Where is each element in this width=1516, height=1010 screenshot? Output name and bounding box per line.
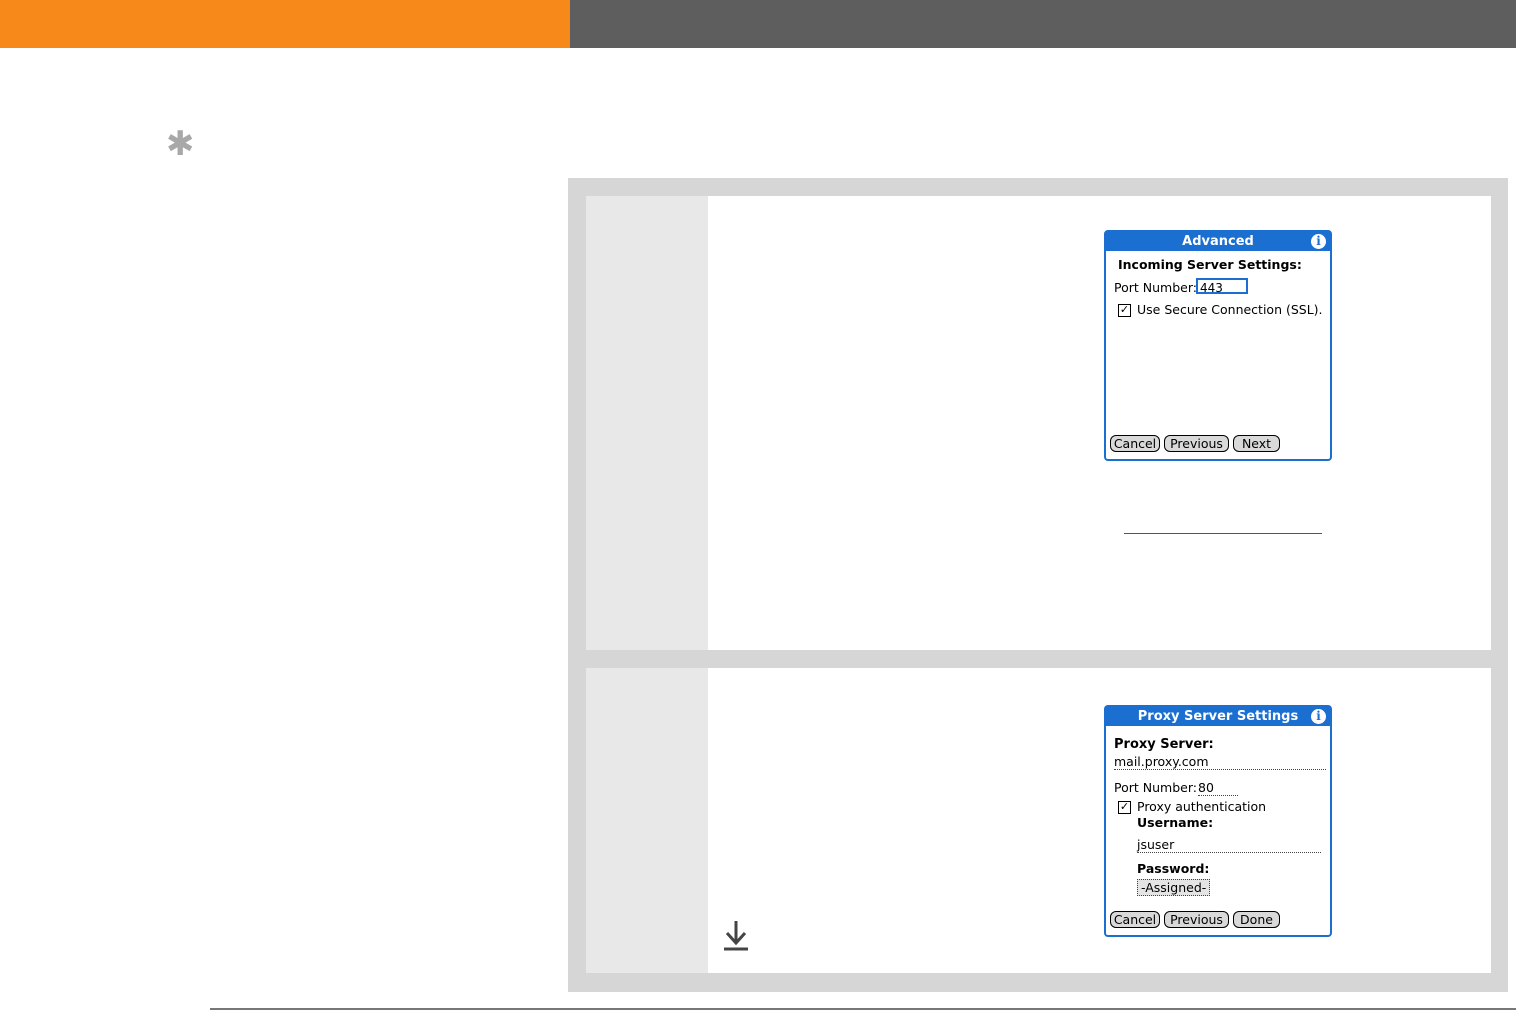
divider — [1124, 533, 1322, 534]
previous-button[interactable]: Previous — [1164, 911, 1229, 928]
section-label: Incoming Server Settings: — [1118, 257, 1302, 272]
screen-title: Advanced — [1182, 234, 1254, 249]
ssl-label: Use Secure Connection (SSL). — [1137, 302, 1323, 317]
header-bar — [570, 0, 1516, 48]
proxy-auth-label: Proxy authentication — [1137, 799, 1267, 814]
down-arrow-icon[interactable] — [722, 918, 750, 952]
screen-title: Proxy Server Settings — [1137, 709, 1299, 724]
proxy-settings-screen: Proxy Server Settings i Proxy Server: ma… — [1104, 705, 1332, 937]
header-accent-bar — [0, 0, 570, 48]
proxy-server-field[interactable]: mail.proxy.com — [1114, 754, 1326, 770]
previous-button[interactable]: Previous — [1164, 435, 1229, 452]
step-1 — [586, 196, 1491, 650]
proxy-server-label: Proxy Server: — [1114, 737, 1214, 752]
next-button[interactable]: Next — [1233, 435, 1280, 452]
password-selector[interactable]: -Assigned- — [1137, 879, 1211, 896]
cancel-button[interactable]: Cancel — [1110, 911, 1160, 928]
screen-title-bar: Advanced i — [1106, 232, 1330, 251]
port-input[interactable]: 443 — [1196, 278, 1248, 295]
ssl-checkbox[interactable]: ✓ — [1118, 304, 1131, 317]
advanced-screen: Advanced i Incoming Server Settings: Por… — [1104, 230, 1332, 461]
info-icon[interactable]: i — [1311, 709, 1326, 724]
username-field[interactable]: jsuser — [1137, 837, 1321, 853]
port-field[interactable]: 80 — [1198, 780, 1238, 796]
done-button[interactable]: Done — [1233, 911, 1280, 928]
cancel-button[interactable]: Cancel — [1110, 435, 1160, 452]
info-icon[interactable]: i — [1311, 234, 1326, 249]
asterisk-icon: ✱ — [166, 124, 195, 164]
screen-title-bar: Proxy Server Settings i — [1106, 707, 1330, 726]
proxy-auth-checkbox[interactable]: ✓ — [1118, 801, 1131, 814]
port-label: Port Number: — [1114, 280, 1197, 295]
username-label: Username: — [1137, 815, 1214, 830]
port-label: Port Number: — [1114, 780, 1197, 795]
password-label: Password: — [1137, 861, 1210, 876]
step-number-column — [586, 668, 708, 973]
step-number-column — [586, 196, 708, 650]
